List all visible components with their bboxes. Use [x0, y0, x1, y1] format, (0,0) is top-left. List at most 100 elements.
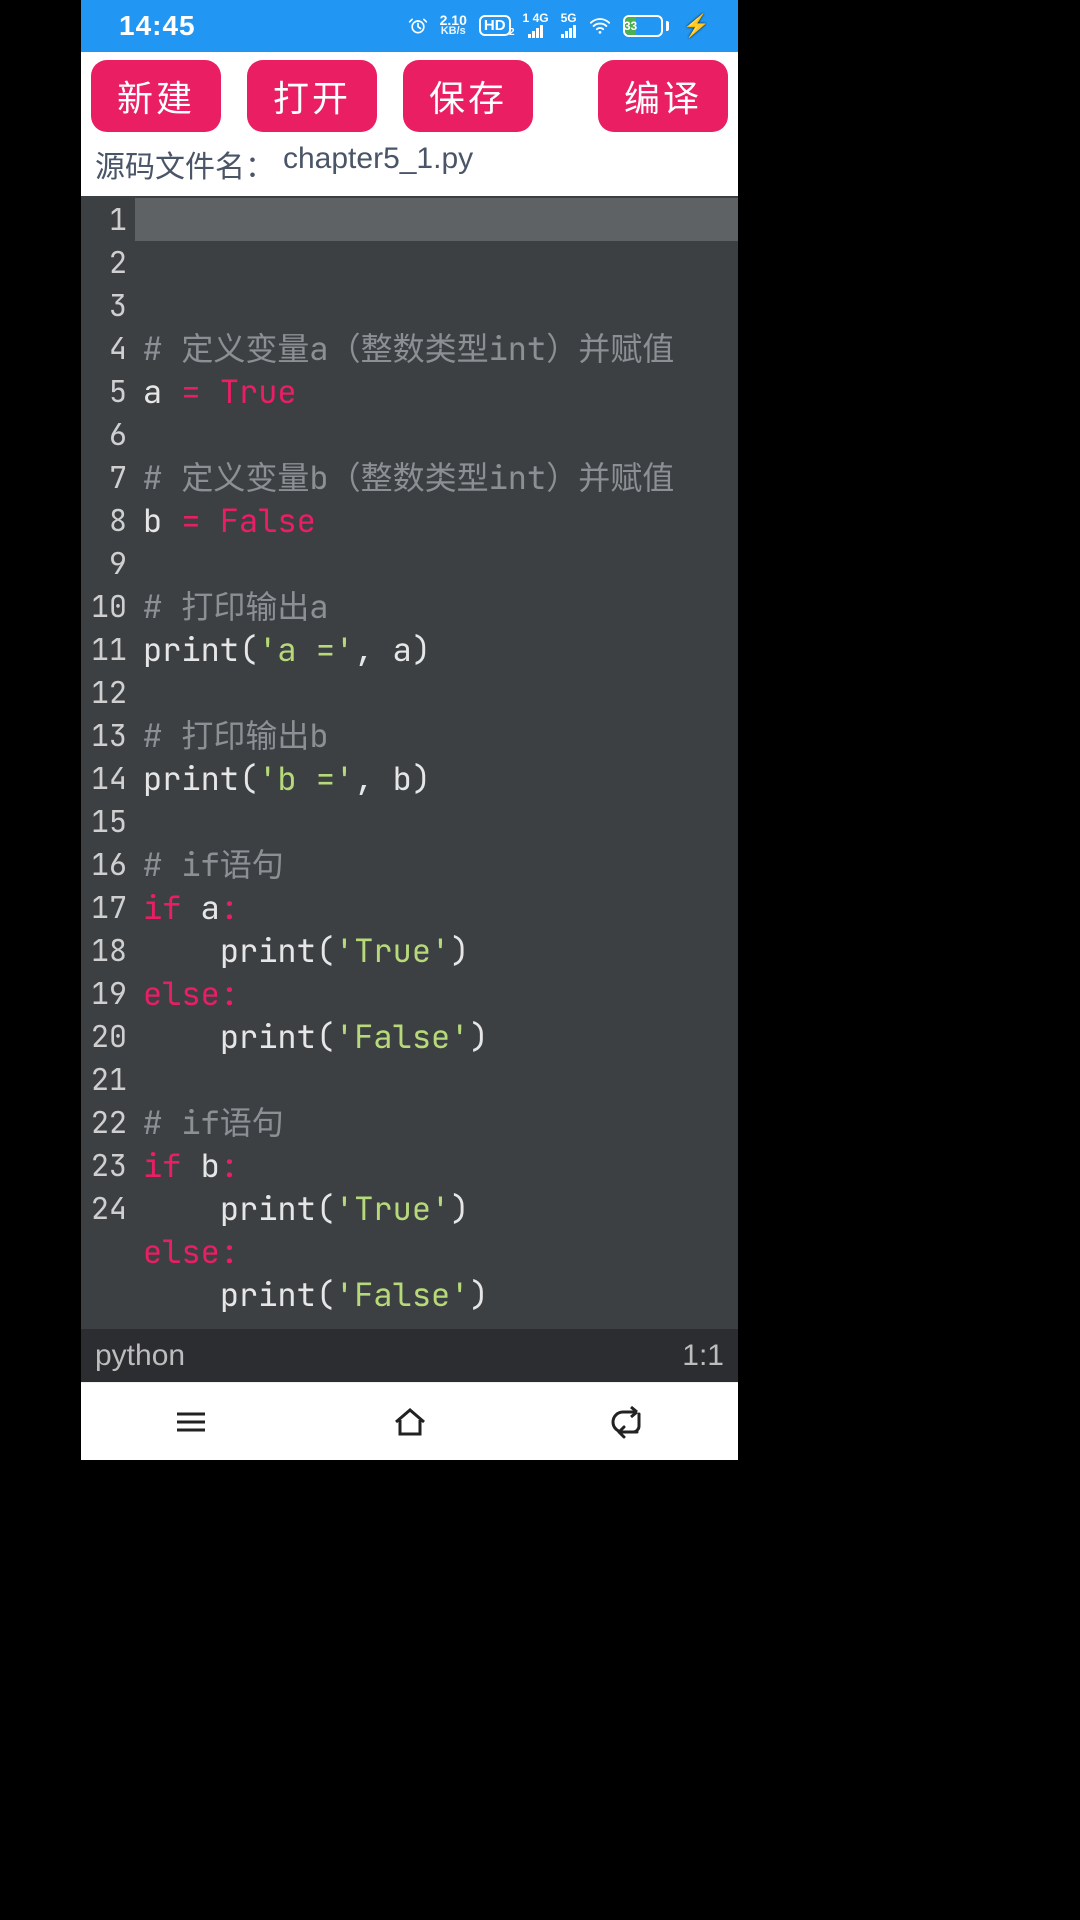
token: (	[316, 929, 335, 972]
token: )	[450, 1187, 469, 1230]
token: )	[412, 757, 431, 800]
token: b	[393, 757, 412, 800]
editor-status-bar: python 1:1	[81, 1329, 738, 1382]
code-line[interactable]: # if语句	[143, 843, 738, 886]
token	[201, 499, 220, 542]
line-number: 2	[81, 241, 127, 284]
token	[143, 1187, 220, 1230]
token: print	[220, 1273, 316, 1316]
line-number: 21	[81, 1058, 127, 1101]
token: (	[316, 1187, 335, 1230]
line-number: 7	[81, 456, 127, 499]
code-line[interactable]: # 定义变量b（整数类型int）并赋值	[143, 456, 738, 499]
open-button[interactable]: 打开	[247, 60, 377, 132]
code-line[interactable]: if a:	[143, 886, 738, 929]
token: a	[393, 628, 412, 671]
line-number: 16	[81, 843, 127, 886]
battery-icon: 33	[623, 15, 669, 37]
code-line[interactable]: print('False')	[143, 1273, 738, 1316]
token: # 打印输出b	[143, 714, 329, 757]
token	[201, 370, 220, 413]
signal-1: 1 4G	[523, 13, 549, 38]
line-number: 10	[81, 585, 127, 628]
filename-row: 源码文件名： chapter5_1.py	[81, 138, 738, 196]
code-line[interactable]	[143, 1316, 738, 1330]
line-number: 3	[81, 284, 127, 327]
token: print	[143, 628, 239, 671]
token: )	[469, 1015, 488, 1058]
code-line[interactable]: if b:	[143, 1144, 738, 1187]
code-line[interactable]: a = True	[143, 370, 738, 413]
language-label: python	[95, 1339, 185, 1373]
new-button[interactable]: 新建	[91, 60, 221, 132]
token: :	[220, 886, 239, 929]
token: a	[181, 886, 219, 929]
code-line[interactable]: print('True')	[143, 929, 738, 972]
token: ,	[354, 757, 392, 800]
code-line[interactable]	[143, 671, 738, 714]
code-line[interactable]: print('True')	[143, 1187, 738, 1230]
token: 'b ='	[258, 757, 354, 800]
line-number: 15	[81, 800, 127, 843]
token: print	[220, 1015, 316, 1058]
token: # 定义变量a（整数类型int）并赋值	[143, 327, 674, 370]
code-line[interactable]: print('b =', b)	[143, 757, 738, 800]
wifi-icon	[589, 15, 611, 37]
signal-2: 5G	[561, 13, 577, 38]
token: if	[143, 1144, 181, 1187]
alarm-icon	[408, 16, 428, 36]
code-line[interactable]	[143, 1058, 738, 1101]
code-editor[interactable]: 123456789101112131415161718192021222324 …	[81, 196, 738, 1330]
token: print	[220, 929, 316, 972]
code-line[interactable]: print('a =', a)	[143, 628, 738, 671]
code-area[interactable]: # 定义变量a（整数类型int）并赋值a = True # 定义变量b（整数类型i…	[135, 196, 738, 1330]
net-speed: 2.10 KB/s	[440, 15, 467, 36]
status-icons: 2.10 KB/s HD2 1 4G 5G 33 ⚡	[408, 13, 710, 39]
line-number: 19	[81, 972, 127, 1015]
recents-icon[interactable]	[171, 1402, 211, 1442]
code-line[interactable]	[143, 413, 738, 456]
line-number: 1	[81, 198, 127, 241]
line-number: 8	[81, 499, 127, 542]
token: print	[220, 1187, 316, 1230]
token: False	[220, 499, 316, 542]
line-number: 23	[81, 1144, 127, 1187]
token: 'False'	[335, 1273, 469, 1316]
code-line[interactable]: # if语句	[143, 1101, 738, 1144]
token: b	[181, 1144, 219, 1187]
compile-button[interactable]: 编译	[598, 60, 728, 132]
status-bar: 14:45 2.10 KB/s HD2 1 4G 5G	[81, 0, 738, 52]
code-line[interactable]: # 打印输出b	[143, 714, 738, 757]
line-number: 6	[81, 413, 127, 456]
code-line[interactable]	[143, 800, 738, 843]
code-line[interactable]: b = False	[143, 499, 738, 542]
line-number: 12	[81, 671, 127, 714]
token: a	[143, 370, 181, 413]
code-line[interactable]: # 定义变量a（整数类型int）并赋值	[143, 327, 738, 370]
code-line[interactable]: else:	[143, 972, 738, 1015]
current-line-highlight	[135, 198, 738, 241]
token: (	[316, 1015, 335, 1058]
line-gutter: 123456789101112131415161718192021222324	[81, 196, 135, 1330]
token: )	[450, 929, 469, 972]
token: (	[239, 628, 258, 671]
line-number: 4	[81, 327, 127, 370]
save-button[interactable]: 保存	[403, 60, 533, 132]
code-line[interactable]	[143, 542, 738, 585]
token: else	[143, 972, 220, 1015]
token: else	[143, 1230, 220, 1273]
code-line[interactable]: else:	[143, 1230, 738, 1273]
line-number: 24	[81, 1187, 127, 1230]
filename-value: chapter5_1.py	[283, 142, 473, 186]
token: ,	[354, 628, 392, 671]
home-icon[interactable]	[390, 1402, 430, 1442]
token: (	[239, 757, 258, 800]
code-line[interactable]: # 打印输出a	[143, 585, 738, 628]
token: 'True'	[335, 1187, 450, 1230]
system-nav-bar	[81, 1382, 738, 1460]
code-line[interactable]: print('False')	[143, 1015, 738, 1058]
back-icon[interactable]	[609, 1402, 649, 1442]
token: print	[143, 757, 239, 800]
line-number: 5	[81, 370, 127, 413]
phone-frame: 14:45 2.10 KB/s HD2 1 4G 5G	[81, 0, 738, 1460]
